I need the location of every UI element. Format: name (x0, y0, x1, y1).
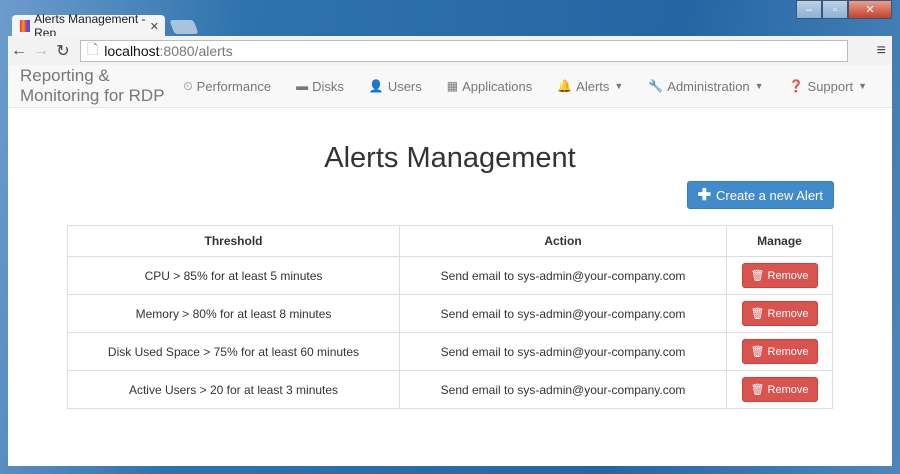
remove-label: Remove (767, 308, 809, 320)
plus-icon: ✚ (697, 187, 712, 204)
nav-item-administration[interactable]: 🔧 Administration ▼ (648, 79, 763, 94)
threshold-cell: Active Users > 20 for at least 3 minutes (67, 370, 400, 409)
nav-label: Applications (462, 78, 533, 94)
action-cell: Send email to sys-admin@your-company.com (399, 256, 727, 295)
menu-icon[interactable]: ≡ (877, 42, 886, 60)
manage-cell: 🗑 Remove (726, 294, 833, 333)
nav-label: Support (807, 78, 854, 94)
nav-item-users[interactable]: 👤 Users (369, 79, 422, 94)
back-icon[interactable]: ← (8, 42, 30, 60)
threshold-cell: Disk Used Space > 75% for at least 60 mi… (67, 332, 400, 371)
manage-cell: 🗑 Remove (726, 332, 833, 371)
browser-tab[interactable]: Alerts Management - Rep ✕ (12, 12, 165, 40)
nav-item-performance[interactable]: ⏲ Performance (183, 79, 271, 94)
close-window-button[interactable]: ✕ (848, 0, 892, 19)
nav-label: Performance (196, 78, 272, 94)
nav-item-support[interactable]: ❓ Support ▼ (789, 79, 867, 94)
nav-icon: 🔔 (557, 79, 573, 93)
action-cell: Send email to sys-admin@your-company.com (399, 370, 727, 409)
remove-button[interactable]: 🗑 Remove (741, 263, 818, 288)
caret-down-icon: ▼ (858, 81, 867, 91)
nav-item-disks[interactable]: ▬ Disks (296, 79, 344, 94)
nav-icon: ▬ (296, 79, 309, 93)
brand[interactable]: Reporting & Monitoring for RDP (20, 66, 165, 106)
browser-toolbar: ← → ↻ 🗋 localhost:8080/alerts ≡ (8, 36, 892, 65)
remove-label: Remove (767, 270, 809, 282)
new-tab-button[interactable] (169, 20, 199, 34)
caret-down-icon: ▼ (614, 81, 624, 91)
nav-label: Disks (312, 78, 344, 94)
remove-button[interactable]: 🗑 Remove (741, 377, 818, 402)
alerts-table: Threshold Action Manage CPU > 85% for at… (67, 225, 833, 409)
manage-cell: 🗑 Remove (726, 370, 833, 409)
nav-icon: ⏲ (183, 78, 193, 93)
remove-button[interactable]: 🗑 Remove (741, 339, 818, 364)
nav-icon: 👤 (368, 79, 384, 93)
favicon-icon (20, 20, 31, 32)
navbar: Reporting & Monitoring for RDP ⏲ Performa… (8, 65, 892, 108)
close-tab-icon[interactable]: ✕ (150, 20, 159, 33)
nav-icon: ▦ (446, 79, 459, 93)
page-icon: 🗋 (87, 40, 99, 57)
trash-icon: 🗑 (750, 384, 765, 396)
action-cell: Send email to sys-admin@your-company.com (399, 332, 727, 371)
threshold-cell: Memory > 80% for at least 8 minutes (67, 294, 400, 333)
nav-label: Administration (667, 78, 750, 94)
column-header: Manage (726, 225, 833, 257)
column-header: Action (399, 225, 727, 257)
create-alert-label: Create a new Alert (716, 187, 823, 203)
window-controls: ‒ ▫ ✕ (796, 0, 892, 19)
nav-item-alerts[interactable]: 🔔 Alerts ▼ (557, 79, 623, 94)
remove-button[interactable]: 🗑 Remove (741, 301, 818, 326)
action-cell: Send email to sys-admin@your-company.com (399, 294, 727, 333)
create-alert-button[interactable]: ✚ Create a new Alert (686, 181, 834, 209)
table-row: Active Users > 20 for at least 3 minutes… (67, 370, 833, 409)
page-title: Alerts Management (324, 142, 576, 174)
caret-down-icon: ▼ (754, 81, 764, 91)
minimize-button[interactable]: ‒ (796, 0, 822, 19)
trash-icon: 🗑 (750, 346, 765, 358)
remove-label: Remove (767, 346, 809, 358)
nav-label: Alerts (576, 78, 610, 94)
url-host: localhost (104, 42, 160, 59)
trash-icon: 🗑 (750, 270, 765, 282)
table-row: CPU > 85% for at least 5 minutes Send ema… (67, 256, 833, 295)
nav-item-applications[interactable]: ▦ Applications (447, 79, 532, 94)
table-row: Disk Used Space > 75% for at least 60 mi… (67, 332, 833, 371)
nav-icon: ❓ (788, 79, 804, 93)
threshold-cell: CPU > 85% for at least 5 minutes (67, 256, 400, 295)
column-header: Threshold (67, 225, 400, 257)
nav-icon: 🔧 (648, 79, 664, 93)
forward-icon[interactable]: → (30, 42, 52, 60)
nav-label: Users (387, 78, 422, 94)
table-row: Memory > 80% for at least 8 minutes Send … (67, 294, 833, 333)
maximize-button[interactable]: ▫ (822, 0, 848, 19)
reload-icon[interactable]: ↻ (52, 41, 74, 61)
url-path: :8080/alerts (159, 42, 233, 59)
page: Reporting & Monitoring for RDP ⏲ Performa… (8, 65, 892, 466)
trash-icon: 🗑 (750, 308, 765, 320)
address-bar[interactable]: 🗋 localhost:8080/alerts (80, 39, 848, 62)
remove-label: Remove (767, 384, 809, 396)
manage-cell: 🗑 Remove (726, 256, 833, 295)
